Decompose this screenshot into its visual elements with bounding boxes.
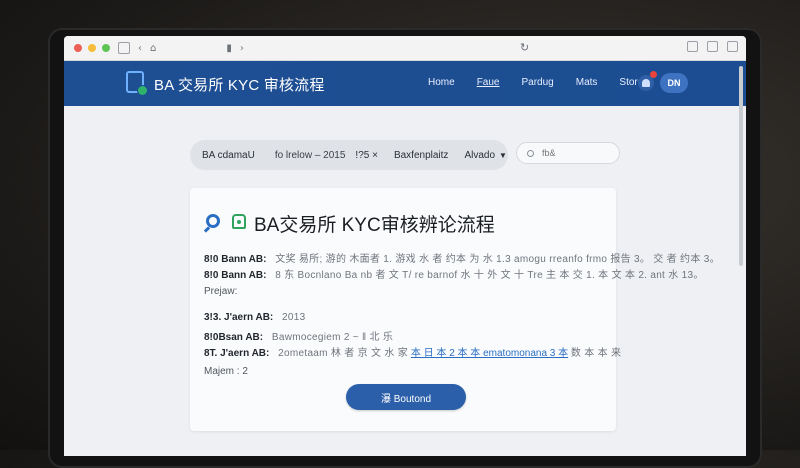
document-check-icon	[126, 71, 148, 96]
nav-mats[interactable]: Mats	[576, 77, 598, 88]
close-window-button[interactable]	[74, 44, 82, 52]
chevron-down-icon[interactable]: ▼	[499, 151, 507, 160]
info-row-link[interactable]: 本 日 本 2 本 本 ematomonana 3 本	[411, 348, 568, 359]
info-row-value: Bawmocegiem 2 ~ ‖ 北 乐	[271, 332, 394, 343]
scrollbar[interactable]	[739, 66, 743, 266]
info-row-label: 8!0Bsan AB:	[204, 332, 264, 343]
filter-date-range[interactable]: fo lrelow – 2015	[275, 150, 346, 161]
info-row-2: 8!0 Bann AB: 8 东 Bocnlano Ba nb 者 文 T/ r…	[204, 266, 704, 281]
info-row-value: 2013	[282, 312, 306, 323]
nav-faue[interactable]: Faue	[477, 77, 500, 88]
add-tab-icon[interactable]	[707, 41, 718, 52]
reload-icon[interactable]: ↻	[520, 41, 529, 54]
info-row-4: 8!0Bsan AB: Bawmocegiem 2 ~ ‖ 北 乐	[204, 328, 393, 343]
filter-dropdown[interactable]: Alvado	[464, 150, 495, 161]
filter-status[interactable]: !?5 ×	[355, 150, 378, 161]
info-row-3: 3!3. J'aern AB: 2013	[204, 312, 306, 323]
info-row-tail: 数 本 本 来	[570, 348, 622, 359]
tab-icon[interactable]: ▮	[226, 43, 232, 54]
submit-button[interactable]: 瀑 Boutond	[346, 384, 466, 410]
info-row-5: 8T. J'aern AB: 2ometaam 林 者 京 文 水 家 本 日 …	[204, 344, 621, 359]
share-icon[interactable]	[687, 41, 698, 52]
sidebar-icon[interactable]	[118, 42, 130, 54]
minimize-window-button[interactable]	[88, 44, 96, 52]
brand-title[interactable]: BA 交易所 KYC 审核流程	[154, 74, 325, 95]
browser-window: ‹ ⌂ ▮ › ↻ BA 交易所 KYC 审核流程 Home Faue Pard…	[64, 36, 746, 456]
search-box[interactable]	[516, 142, 620, 164]
project-label: Prejaw:	[204, 286, 238, 297]
info-row-label: 8!0 Bann AB:	[204, 270, 267, 281]
browser-toolbar: ‹ ⌂ ▮ › ↻	[64, 36, 746, 61]
filter-exchange[interactable]: BA cdamaU	[202, 150, 255, 161]
notification-badge	[650, 71, 657, 78]
main-nav: Home Faue Pardug Mats Stordy	[428, 77, 670, 88]
lock-doc-icon	[232, 214, 246, 229]
kyc-card: BA交易所 KYC审核辨论流程 8!0 Bann AB: 文奖 易所; 游的 木…	[190, 188, 720, 431]
card-title: BA交易所 KYC审核辨论流程	[254, 215, 495, 236]
info-row-label: 3!3. J'aern AB:	[204, 312, 274, 323]
info-row-1: 8!0 Bann AB: 文奖 易所; 游的 木面者 1. 游戏 水 者 约本 …	[204, 250, 720, 265]
magnifier-icon	[206, 214, 220, 228]
filter-type[interactable]: Baxfenplaitz	[394, 150, 448, 161]
filter-bar: BA cdamaU fo lrelow – 2015 !?5 × Baxfenp…	[190, 140, 508, 170]
info-row-value: 8 东 Bocnlano Ba nb 者 文 T/ re barnof 水 十 …	[275, 270, 704, 281]
info-row-label: 8!0 Bann AB:	[204, 254, 267, 265]
search-icon	[527, 149, 534, 157]
maximize-window-button[interactable]	[102, 44, 110, 52]
nav-home[interactable]: Home	[428, 77, 455, 88]
nav-pardug[interactable]: Pardug	[521, 77, 553, 88]
tabs-icon[interactable]	[727, 41, 738, 52]
info-row-value: 2ometaam 林 者 京 文 水 家	[278, 348, 409, 359]
back-icon[interactable]: ‹	[138, 43, 142, 54]
site-header: BA 交易所 KYC 审核流程 Home Faue Pardug Mats St…	[64, 61, 746, 106]
home-icon[interactable]: ⌂	[150, 43, 156, 54]
user-avatar[interactable]: DN	[660, 73, 688, 93]
info-row-value: 文奖 易所; 游的 木面者 1. 游戏 水 者 约本 为 水 1.3 amogu…	[275, 254, 720, 265]
info-row-label: 8T. J'aern AB:	[204, 348, 270, 359]
forward-icon[interactable]: ›	[240, 43, 244, 54]
search-input[interactable]	[540, 147, 614, 159]
browser-actions	[687, 41, 738, 52]
majem-label: Majem : 2	[204, 366, 248, 377]
